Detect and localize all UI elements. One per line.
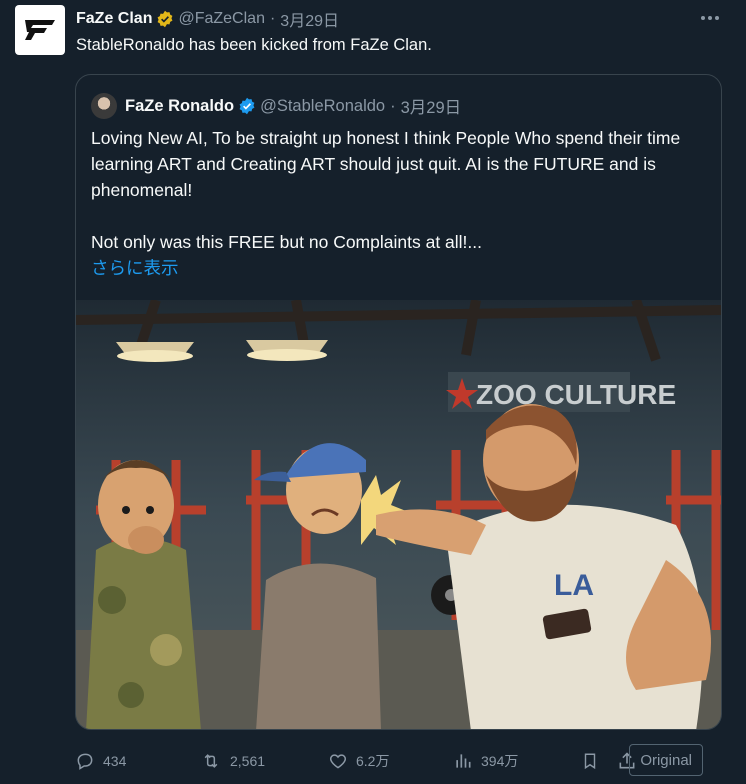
- quoted-avatar[interactable]: [91, 93, 117, 119]
- like-button[interactable]: 6.2万: [328, 751, 389, 771]
- author-name[interactable]: FaZe Clan: [76, 10, 152, 28]
- views-count: 394万: [481, 753, 519, 769]
- quoted-paragraph-1: Loving New AI, To be straight up honest …: [91, 128, 681, 200]
- author-handle[interactable]: @FaZeClan: [178, 10, 265, 28]
- tweet-date[interactable]: 3月29日: [280, 7, 339, 31]
- zoo-culture-text: ZOO CULTURE: [476, 379, 676, 410]
- views-icon: [456, 754, 471, 768]
- retweet-icon: [204, 754, 218, 768]
- show-more-link[interactable]: さらに表示: [91, 258, 179, 278]
- quoted-paragraph-2: Not only was this FREE but no Complaints…: [91, 232, 482, 252]
- gold-verified-badge-icon: [156, 10, 174, 28]
- quoted-author-name: FaZe Ronaldo: [125, 96, 235, 115]
- separator-dot: ·: [269, 10, 276, 27]
- more-button[interactable]: [698, 8, 722, 28]
- reply-count: 434: [103, 753, 127, 769]
- gym-illustration: ZOO CULTURE LA: [76, 300, 721, 729]
- quoted-header: FaZe Ronaldo @StableRonaldo · 3月29日: [91, 93, 461, 119]
- quoted-date: 3月29日: [400, 99, 462, 117]
- retweet-button[interactable]: 2,561: [200, 751, 265, 771]
- retweet-count: 2,561: [230, 753, 266, 769]
- tweet-header: FaZe Clan @FaZeClan · 3月29日: [76, 7, 726, 31]
- like-count: 6.2万: [356, 753, 390, 769]
- views-button[interactable]: 394万: [453, 751, 518, 771]
- separator-dot: ·: [390, 96, 396, 115]
- quoted-handle: @StableRonaldo: [260, 96, 386, 115]
- quoted-tweet[interactable]: FaZe Ronaldo @StableRonaldo · 3月29日 Lovi…: [75, 74, 722, 730]
- blue-verified-badge-icon: [238, 97, 256, 115]
- action-bar: 434 2,561 6.2万 394万 Original: [75, 744, 726, 778]
- more-icon: [701, 16, 719, 20]
- reply-button[interactable]: 434: [75, 751, 126, 771]
- faze-clan-avatar[interactable]: [15, 5, 65, 55]
- quoted-text: Loving New AI, To be straight up honest …: [91, 125, 711, 281]
- tweet-text: StableRonaldo has been kicked from FaZe …: [76, 36, 432, 54]
- bookmark-icon: [584, 753, 596, 770]
- like-icon: [329, 754, 347, 769]
- faze-logo-icon: [25, 20, 55, 40]
- bookmark-button[interactable]: [581, 751, 607, 771]
- original-button[interactable]: Original: [629, 744, 703, 776]
- quoted-image[interactable]: ZOO CULTURE LA: [76, 300, 721, 729]
- reply-icon: [77, 753, 93, 770]
- svg-text:LA: LA: [554, 569, 594, 602]
